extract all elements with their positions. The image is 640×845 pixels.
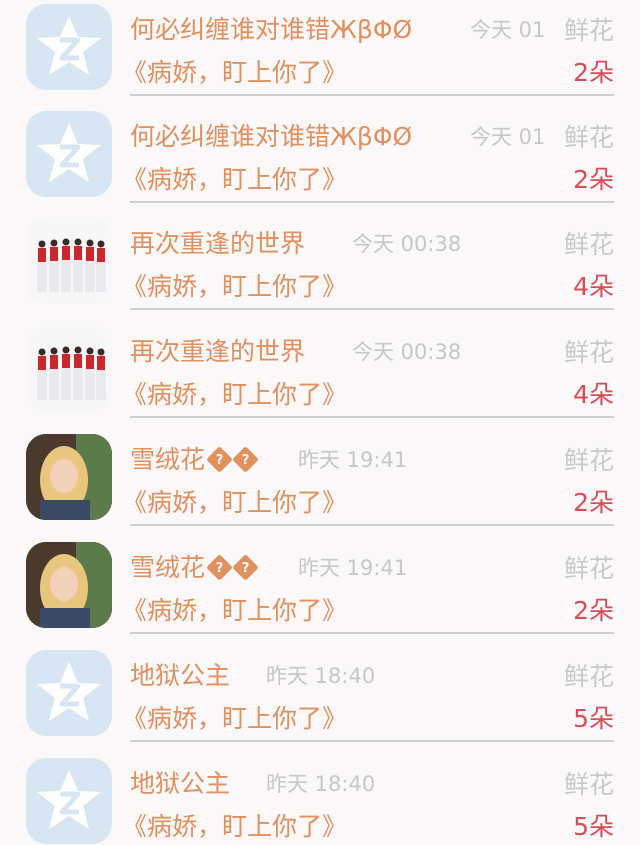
- child-photo: [26, 434, 112, 520]
- sender-name[interactable]: 雪绒花??: [130, 440, 259, 476]
- gift-type-label: 鲜花: [563, 11, 614, 47]
- dancers-photo: [26, 218, 112, 304]
- sender-name[interactable]: 再次重逢的世界: [130, 224, 305, 260]
- unknown-emoji-icon: ?: [206, 554, 233, 581]
- avatar[interactable]: [26, 326, 112, 412]
- timestamp: 昨天 19:41: [298, 556, 408, 580]
- gift-type-label: 鲜花: [563, 333, 614, 369]
- item-content: 何必纠缠谁对谁错ЖβΦØ 今天 01 鲜花 《病娇，盯上你了》 2朵: [122, 111, 614, 203]
- sender-name-text: 雪绒花: [130, 553, 206, 582]
- list-item[interactable]: 雪绒花?? 昨天 19:41 鲜花 《病娇，盯上你了》 2朵: [0, 542, 640, 650]
- sender-name[interactable]: 再次重逢的世界: [130, 332, 305, 368]
- avatar[interactable]: [26, 650, 112, 736]
- sender-name[interactable]: 何必纠缠谁对谁错ЖβΦØ: [130, 117, 412, 153]
- item-content: 再次重逢的世界 今天 00:38 鲜花 《病娇，盯上你了》 4朵: [122, 218, 614, 310]
- qq-star-icon: [37, 123, 101, 182]
- book-title[interactable]: 《病娇，盯上你了》: [122, 699, 347, 735]
- sender-name[interactable]: 地狱公主: [130, 764, 230, 800]
- avatar[interactable]: [26, 434, 112, 520]
- book-title[interactable]: 《病娇，盯上你了》: [122, 591, 347, 627]
- unknown-emoji-icon: ?: [232, 446, 259, 473]
- list-item[interactable]: 再次重逢的世界 今天 00:38 鲜花 《病娇，盯上你了》 4朵: [0, 326, 640, 434]
- timestamp: 今天 01: [470, 18, 546, 42]
- book-title[interactable]: 《病娇，盯上你了》: [122, 160, 347, 196]
- unknown-emoji-icon: ?: [232, 554, 259, 581]
- timestamp: 今天 00:38: [352, 340, 462, 364]
- list-item[interactable]: 地狱公主 昨天 18:40 鲜花 《病娇，盯上你了》 5朵: [0, 758, 640, 845]
- book-title[interactable]: 《病娇，盯上你了》: [122, 375, 347, 411]
- qq-star-icon: [37, 662, 101, 721]
- timestamp: 昨天 18:40: [266, 664, 376, 688]
- sender-name[interactable]: 地狱公主: [130, 656, 230, 692]
- avatar[interactable]: [26, 4, 112, 90]
- timestamp: 昨天 19:41: [298, 448, 408, 472]
- flower-gift-list: 何必纠缠谁对谁错ЖβΦØ 今天 01 鲜花 《病娇，盯上你了》 2朵 何必纠缠谁…: [0, 0, 640, 845]
- item-content: 地狱公主 昨天 18:40 鲜花 《病娇，盯上你了》 5朵: [122, 650, 614, 742]
- flower-count: 4朵: [573, 272, 614, 301]
- dancers-photo: [26, 326, 112, 412]
- list-item[interactable]: 何必纠缠谁对谁错ЖβΦØ 今天 01 鲜花 《病娇，盯上你了》 2朵: [0, 4, 640, 112]
- item-content: 雪绒花?? 昨天 19:41 鲜花 《病娇，盯上你了》 2朵: [122, 434, 614, 526]
- gift-type-label: 鲜花: [563, 549, 614, 585]
- sender-name-text: 雪绒花: [130, 445, 206, 474]
- gift-type-label: 鲜花: [563, 441, 614, 477]
- item-content: 何必纠缠谁对谁错ЖβΦØ 今天 01 鲜花 《病娇，盯上你了》 2朵: [122, 4, 614, 96]
- gift-type-label: 鲜花: [563, 657, 614, 693]
- unknown-emoji-icon: ?: [206, 446, 233, 473]
- qq-star-icon: [37, 16, 101, 75]
- flower-count: 5朵: [573, 704, 614, 733]
- flower-count: 5朵: [573, 812, 614, 841]
- book-title[interactable]: 《病娇，盯上你了》: [122, 267, 347, 303]
- list-item[interactable]: 再次重逢的世界 今天 00:38 鲜花 《病娇，盯上你了》 4朵: [0, 218, 640, 326]
- gift-type-label: 鲜花: [563, 765, 614, 801]
- item-content: 地狱公主 昨天 18:40 鲜花 《病娇，盯上你了》 5朵: [122, 758, 614, 845]
- child-photo: [26, 542, 112, 628]
- flower-count: 2朵: [573, 58, 614, 87]
- flower-count: 2朵: [573, 488, 614, 517]
- flower-count: 4朵: [573, 380, 614, 409]
- qq-star-icon: [37, 770, 101, 829]
- timestamp: 昨天 18:40: [266, 772, 376, 796]
- book-title[interactable]: 《病娇，盯上你了》: [122, 483, 347, 519]
- sender-name[interactable]: 何必纠缠谁对谁错ЖβΦØ: [130, 10, 412, 46]
- item-content: 再次重逢的世界 今天 00:38 鲜花 《病娇，盯上你了》 4朵: [122, 326, 614, 418]
- item-content: 雪绒花?? 昨天 19:41 鲜花 《病娇，盯上你了》 2朵: [122, 542, 614, 634]
- avatar[interactable]: [26, 111, 112, 197]
- timestamp: 今天 00:38: [352, 232, 462, 256]
- timestamp: 今天 01: [470, 125, 546, 149]
- list-item[interactable]: 何必纠缠谁对谁错ЖβΦØ 今天 01 鲜花 《病娇，盯上你了》 2朵: [0, 111, 640, 219]
- list-item[interactable]: 雪绒花?? 昨天 19:41 鲜花 《病娇，盯上你了》 2朵: [0, 434, 640, 542]
- list-item[interactable]: 地狱公主 昨天 18:40 鲜花 《病娇，盯上你了》 5朵: [0, 650, 640, 758]
- book-title[interactable]: 《病娇，盯上你了》: [122, 807, 347, 843]
- flower-count: 2朵: [573, 165, 614, 194]
- gift-type-label: 鲜花: [563, 118, 614, 154]
- avatar[interactable]: [26, 218, 112, 304]
- avatar[interactable]: [26, 758, 112, 844]
- book-title[interactable]: 《病娇，盯上你了》: [122, 53, 347, 89]
- flower-count: 2朵: [573, 596, 614, 625]
- sender-name[interactable]: 雪绒花??: [130, 548, 259, 584]
- avatar[interactable]: [26, 542, 112, 628]
- gift-type-label: 鲜花: [563, 225, 614, 261]
